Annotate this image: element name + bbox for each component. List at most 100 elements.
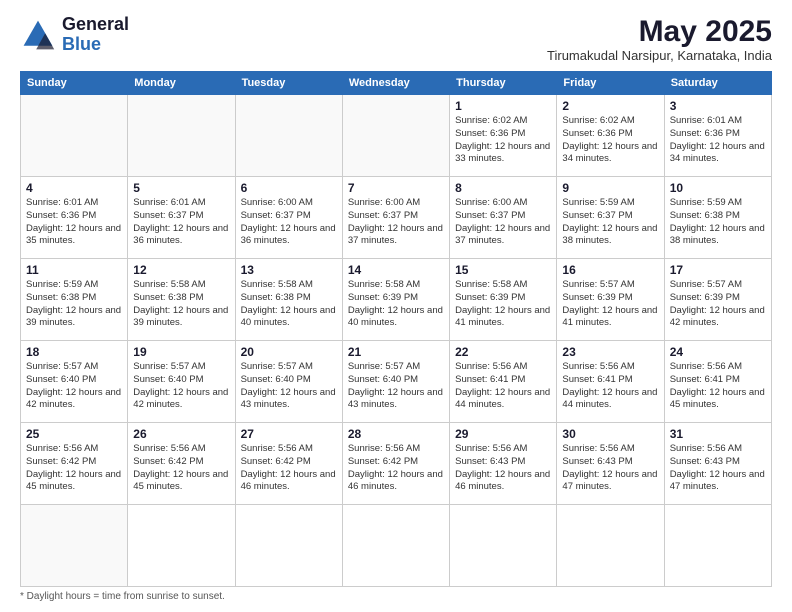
- calendar-cell: 28Sunrise: 5:56 AMSunset: 6:42 PMDayligh…: [342, 423, 449, 505]
- calendar-cell: [342, 505, 449, 587]
- calendar-cell: 18Sunrise: 5:57 AMSunset: 6:40 PMDayligh…: [21, 341, 128, 423]
- day-info: Sunrise: 5:57 AMSunset: 6:40 PMDaylight:…: [26, 361, 122, 412]
- day-info: Sunrise: 5:56 AMSunset: 6:42 PMDaylight:…: [241, 443, 337, 494]
- calendar-cell: 3Sunrise: 6:01 AMSunset: 6:36 PMDaylight…: [664, 95, 771, 177]
- day-number: 19: [133, 345, 229, 359]
- logo-icon: [20, 17, 56, 53]
- day-number: 14: [348, 263, 444, 277]
- day-number: 29: [455, 427, 551, 441]
- calendar-cell: 19 Sunrise: 5:57 AMSunset: 6:40 PMDayligh…: [128, 341, 235, 423]
- calendar-cell: 1Sunrise: 6:02 AMSunset: 6:36 PMDaylight…: [450, 95, 557, 177]
- calendar-week-row: 11Sunrise: 5:59 AMSunset: 6:38 PMDayligh…: [21, 259, 772, 341]
- calendar-cell: 17 Sunrise: 5:57 AMSunset: 6:39 PMDayligh…: [664, 259, 771, 341]
- day-info: Sunrise: 5:58 AMSunset: 6:39 PMDaylight:…: [348, 279, 444, 330]
- calendar-cell: 16Sunrise: 5:57 AMSunset: 6:39 PMDayligh…: [557, 259, 664, 341]
- day-number: 9: [562, 181, 658, 195]
- calendar-cell: 5Sunrise: 6:01 AMSunset: 6:37 PMDaylight…: [128, 177, 235, 259]
- logo-text: General Blue: [62, 15, 129, 55]
- calendar-cell: [128, 95, 235, 177]
- calendar-cell: 29Sunrise: 5:56 AMSunset: 6:43 PMDayligh…: [450, 423, 557, 505]
- day-info: Sunrise: 5:57 AMSunset: 6:39 PMDaylight:…: [562, 279, 658, 330]
- day-info: Sunrise: 5:57 AMSunset: 6:40 PMDaylight:…: [133, 361, 229, 412]
- calendar-cell: 7Sunrise: 6:00 AMSunset: 6:37 PMDaylight…: [342, 177, 449, 259]
- calendar-cell: [128, 505, 235, 587]
- calendar-cell: 21 Sunrise: 5:57 AMSunset: 6:40 PMDayligh…: [342, 341, 449, 423]
- calendar-cell: 23Sunrise: 5:56 AMSunset: 6:41 PMDayligh…: [557, 341, 664, 423]
- footer-note: * Daylight hours = time from sunrise to …: [20, 591, 772, 602]
- title-block: May 2025 Tirumakudal Narsipur, Karnataka…: [547, 15, 772, 63]
- day-number: 23: [562, 345, 658, 359]
- calendar-cell: 30 Sunrise: 5:56 AMSunset: 6:43 PMDayligh…: [557, 423, 664, 505]
- day-number: 15: [455, 263, 551, 277]
- calendar-cell: [557, 505, 664, 587]
- calendar-cell: [21, 95, 128, 177]
- calendar-cell: 20Sunrise: 5:57 AMSunset: 6:40 PMDayligh…: [235, 341, 342, 423]
- day-number: 13: [241, 263, 337, 277]
- day-info: Sunrise: 6:01 AMSunset: 6:36 PMDaylight:…: [670, 115, 766, 166]
- calendar-body: 1Sunrise: 6:02 AMSunset: 6:36 PMDaylight…: [21, 95, 772, 587]
- calendar-week-row: 4 Sunrise: 6:01 AMSunset: 6:36 PMDaylight…: [21, 177, 772, 259]
- calendar-cell: [235, 95, 342, 177]
- header: General Blue May 2025 Tirumakudal Narsip…: [20, 15, 772, 63]
- calendar-cell: 15 Sunrise: 5:58 AMSunset: 6:39 PMDayligh…: [450, 259, 557, 341]
- calendar-week-row: 1Sunrise: 6:02 AMSunset: 6:36 PMDaylight…: [21, 95, 772, 177]
- day-number: 2: [562, 99, 658, 113]
- calendar-cell: 26Sunrise: 5:56 AMSunset: 6:42 PMDayligh…: [128, 423, 235, 505]
- day-info: Sunrise: 5:59 AMSunset: 6:37 PMDaylight:…: [562, 197, 658, 248]
- weekday-header-friday: Friday: [557, 72, 664, 95]
- calendar-cell: 13 Sunrise: 5:58 AMSunset: 6:38 PMDayligh…: [235, 259, 342, 341]
- day-number: 8: [455, 181, 551, 195]
- day-info: Sunrise: 5:56 AMSunset: 6:42 PMDaylight:…: [26, 443, 122, 494]
- calendar-week-row: [21, 505, 772, 587]
- day-info: Sunrise: 6:00 AMSunset: 6:37 PMDaylight:…: [455, 197, 551, 248]
- day-info: Sunrise: 5:57 AMSunset: 6:40 PMDaylight:…: [348, 361, 444, 412]
- day-number: 27: [241, 427, 337, 441]
- day-info: Sunrise: 6:01 AMSunset: 6:36 PMDaylight:…: [26, 197, 122, 248]
- calendar-cell: [450, 505, 557, 587]
- calendar-week-row: 25 Sunrise: 5:56 AMSunset: 6:42 PMDayligh…: [21, 423, 772, 505]
- weekday-header-tuesday: Tuesday: [235, 72, 342, 95]
- calendar-cell: 14 Sunrise: 5:58 AMSunset: 6:39 PMDayligh…: [342, 259, 449, 341]
- calendar-cell: 12 Sunrise: 5:58 AMSunset: 6:38 PMDayligh…: [128, 259, 235, 341]
- day-info: Sunrise: 5:56 AMSunset: 6:41 PMDaylight:…: [670, 361, 766, 412]
- day-info: Sunrise: 5:58 AMSunset: 6:38 PMDaylight:…: [133, 279, 229, 330]
- day-number: 17: [670, 263, 766, 277]
- day-info: Sunrise: 6:02 AMSunset: 6:36 PMDaylight:…: [562, 115, 658, 166]
- day-info: Sunrise: 5:56 AMSunset: 6:43 PMDaylight:…: [562, 443, 658, 494]
- logo: General Blue: [20, 15, 129, 55]
- day-number: 21: [348, 345, 444, 359]
- weekday-header-monday: Monday: [128, 72, 235, 95]
- day-number: 24: [670, 345, 766, 359]
- calendar-cell: [342, 95, 449, 177]
- day-info: Sunrise: 5:57 AMSunset: 6:39 PMDaylight:…: [670, 279, 766, 330]
- day-number: 31: [670, 427, 766, 441]
- calendar-cell: [235, 505, 342, 587]
- day-number: 26: [133, 427, 229, 441]
- day-info: Sunrise: 6:00 AMSunset: 6:37 PMDaylight:…: [348, 197, 444, 248]
- calendar-cell: 6 Sunrise: 6:00 AMSunset: 6:37 PMDaylight…: [235, 177, 342, 259]
- calendar-week-row: 18Sunrise: 5:57 AMSunset: 6:40 PMDayligh…: [21, 341, 772, 423]
- day-info: Sunrise: 5:59 AMSunset: 6:38 PMDaylight:…: [670, 197, 766, 248]
- day-number: 12: [133, 263, 229, 277]
- day-number: 28: [348, 427, 444, 441]
- day-info: Sunrise: 5:58 AMSunset: 6:38 PMDaylight:…: [241, 279, 337, 330]
- calendar-cell: 10 Sunrise: 5:59 AMSunset: 6:38 PMDayligh…: [664, 177, 771, 259]
- calendar-cell: 22Sunrise: 5:56 AMSunset: 6:41 PMDayligh…: [450, 341, 557, 423]
- calendar-cell: 4 Sunrise: 6:01 AMSunset: 6:36 PMDaylight…: [21, 177, 128, 259]
- day-number: 11: [26, 263, 122, 277]
- day-number: 30: [562, 427, 658, 441]
- day-number: 25: [26, 427, 122, 441]
- calendar-cell: 9 Sunrise: 5:59 AMSunset: 6:37 PMDaylight…: [557, 177, 664, 259]
- calendar-cell: 31Sunrise: 5:56 AMSunset: 6:43 PMDayligh…: [664, 423, 771, 505]
- calendar-cell: 2 Sunrise: 6:02 AMSunset: 6:36 PMDaylight…: [557, 95, 664, 177]
- day-number: 22: [455, 345, 551, 359]
- day-info: Sunrise: 5:58 AMSunset: 6:39 PMDaylight:…: [455, 279, 551, 330]
- day-number: 10: [670, 181, 766, 195]
- calendar-cell: 27 Sunrise: 5:56 AMSunset: 6:42 PMDayligh…: [235, 423, 342, 505]
- calendar-cell: [664, 505, 771, 587]
- day-number: 4: [26, 181, 122, 195]
- day-number: 6: [241, 181, 337, 195]
- weekday-header-thursday: Thursday: [450, 72, 557, 95]
- day-info: Sunrise: 6:00 AMSunset: 6:37 PMDaylight:…: [241, 197, 337, 248]
- location: Tirumakudal Narsipur, Karnataka, India: [547, 48, 772, 63]
